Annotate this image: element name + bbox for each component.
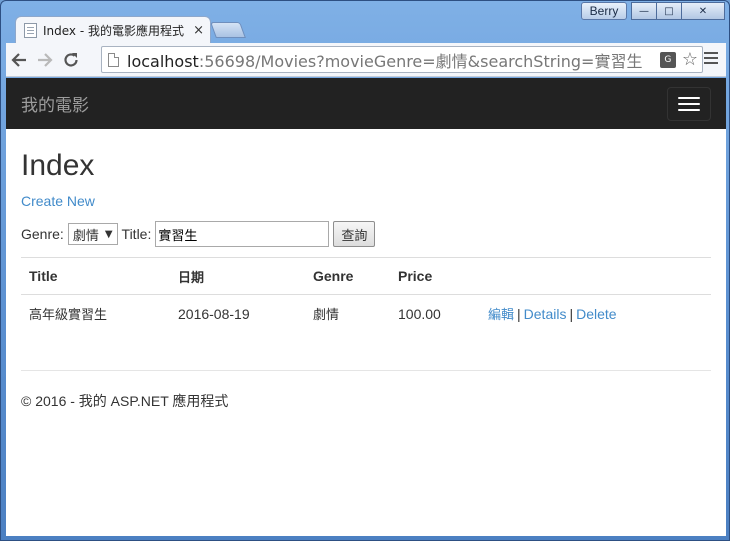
url-host: localhost — [127, 51, 199, 71]
column-header-genre: Genre — [305, 257, 390, 295]
page-footer: © 2016 - 我的 ASP.NET 應用程式 — [21, 392, 229, 409]
browser-menu-icon[interactable] — [704, 52, 718, 66]
table-header-row: Title 日期 Genre Price — [21, 257, 711, 295]
edit-link[interactable]: 編輯 — [488, 308, 514, 323]
column-header-date: 日期 — [170, 257, 305, 295]
site-brand[interactable]: 我的電影 — [21, 91, 89, 116]
cell-actions: 編輯 | Details | Delete — [480, 294, 711, 333]
genre-select-value: 劇情 — [72, 228, 99, 244]
address-bar[interactable]: localhost:56698/Movies?movieGenre=劇情&sea… — [101, 46, 703, 73]
reload-icon[interactable] — [58, 47, 84, 73]
cell-price: 100.00 — [390, 294, 480, 333]
details-link[interactable]: Details — [524, 306, 567, 322]
browser-tab[interactable]: Index - 我的電影應用程式 × — [15, 16, 211, 44]
browser-window: Berry — □ ✕ Index - 我的電影應用程式 × localhost… — [0, 0, 730, 541]
title-label: Title: — [121, 226, 152, 242]
maximize-button[interactable]: □ — [656, 2, 682, 20]
cell-title: 高年級實習生 — [21, 294, 170, 333]
new-tab-button[interactable] — [210, 22, 246, 38]
site-navbar: 我的電影 — [6, 78, 726, 129]
navbar-toggle-button[interactable] — [667, 86, 711, 121]
delete-link[interactable]: Delete — [576, 306, 616, 322]
title-search-input[interactable] — [155, 221, 330, 247]
table-row: 高年級實習生 2016-08-19 劇情 100.00 編輯 | Details | D… — [21, 294, 711, 333]
filter-form: Genre: 劇情 ▼ Title: 查詢 — [21, 221, 711, 247]
page-favicon-icon — [24, 23, 37, 38]
browser-toolbar: localhost:56698/Movies?movieGenre=劇情&sea… — [6, 43, 726, 77]
window-controls: — □ ✕ — [631, 2, 725, 20]
close-window-button[interactable]: ✕ — [681, 2, 725, 20]
column-header-title: Title — [21, 257, 170, 295]
main-content: Index Create New Genre: 劇情 ▼ Title: 查詢 T… — [6, 148, 726, 411]
column-header-price: Price — [390, 257, 480, 295]
cell-genre: 劇情 — [305, 294, 390, 333]
forward-arrow-icon[interactable] — [32, 47, 58, 73]
user-badge[interactable]: Berry — [581, 2, 627, 20]
translate-icon[interactable]: G — [659, 51, 676, 68]
page-title: Index — [21, 149, 95, 182]
tab-close-icon[interactable]: × — [193, 23, 204, 38]
minimize-button[interactable]: — — [631, 2, 657, 20]
create-new-link[interactable]: Create New — [21, 193, 95, 209]
column-header-actions — [480, 257, 711, 295]
cell-date: 2016-08-19 — [170, 294, 305, 333]
search-submit-button[interactable]: 查詢 — [333, 221, 376, 247]
genre-label: Genre: — [21, 226, 64, 242]
dropdown-arrow-icon: ▼ — [104, 228, 113, 240]
hamburger-bar-icon — [678, 96, 700, 99]
hamburger-bar-icon — [678, 108, 700, 111]
back-arrow-icon[interactable] — [6, 47, 32, 73]
hamburger-bar-icon — [678, 102, 700, 105]
movies-table: Title 日期 Genre Price 高年級實習生 2016-08-19 劇… — [21, 257, 711, 333]
url-rest: :56698/Movies?movieGenre=劇情&searchString… — [198, 51, 643, 71]
url-text[interactable]: localhost:56698/Movies?movieGenre=劇情&sea… — [127, 48, 660, 72]
link-separator: | — [517, 306, 521, 323]
web-page: 我的電影 Index Create New Genre: 劇情 ▼ Title:… — [6, 78, 726, 536]
tab-title: Index - 我的電影應用程式 — [43, 24, 184, 38]
genre-select[interactable]: 劇情 ▼ — [67, 223, 118, 245]
footer-divider — [21, 369, 711, 371]
page-info-icon[interactable] — [108, 52, 119, 67]
bookmark-star-icon[interactable]: ☆ — [682, 49, 698, 70]
link-separator: | — [569, 306, 574, 323]
